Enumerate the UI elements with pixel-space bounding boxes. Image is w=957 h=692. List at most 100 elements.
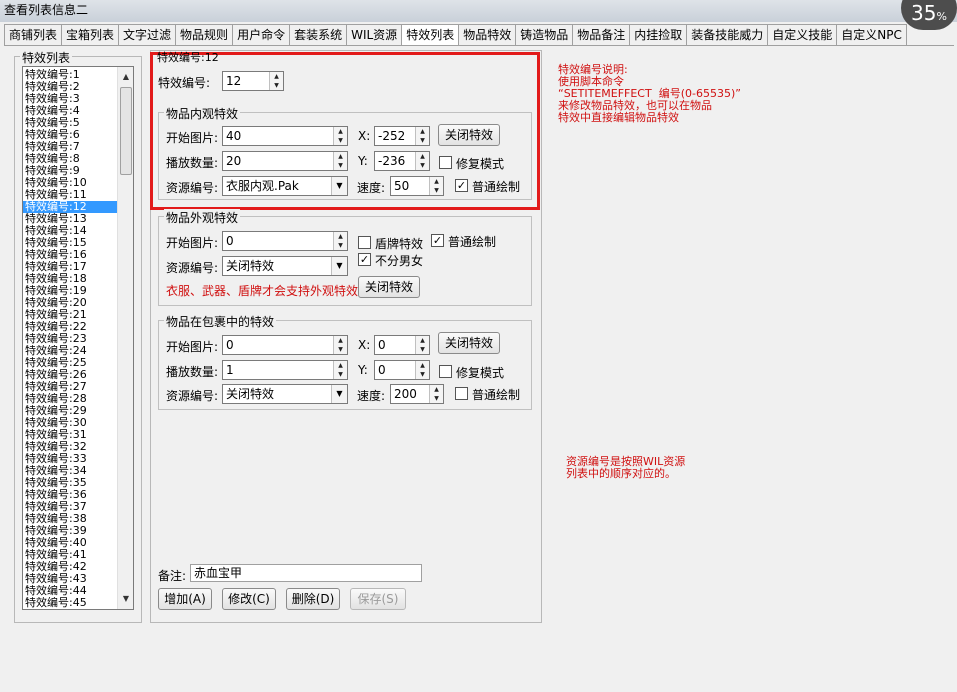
outer-unisex-checkbox[interactable]: ✓ — [358, 253, 371, 266]
spin-down-icon[interactable]: ▼ — [430, 394, 443, 403]
spin-up-icon[interactable]: ▲ — [416, 361, 429, 370]
list-item[interactable]: 特效编号:3 — [23, 93, 117, 105]
spin-down-icon[interactable]: ▼ — [416, 161, 429, 170]
list-item[interactable]: 特效编号:4 — [23, 105, 117, 117]
list-item[interactable]: 特效编号:44 — [23, 585, 117, 597]
bag-y-stepper[interactable]: 0 ▲ ▼ — [374, 360, 430, 380]
list-item[interactable]: 特效编号:26 — [23, 369, 117, 381]
list-item[interactable]: 特效编号:18 — [23, 273, 117, 285]
list-item[interactable]: 特效编号:41 — [23, 549, 117, 561]
list-item[interactable]: 特效编号:31 — [23, 429, 117, 441]
spin-down-icon[interactable]: ▼ — [430, 186, 443, 195]
effect-id-stepper[interactable]: 12 ▲ ▼ — [222, 71, 284, 91]
list-item[interactable]: 特效编号:33 — [23, 453, 117, 465]
list-item[interactable]: 特效编号:15 — [23, 237, 117, 249]
tab-13[interactable]: 自定义技能 — [767, 24, 838, 45]
spin-down-icon[interactable]: ▼ — [334, 241, 347, 250]
bag-normal-draw-checkbox[interactable] — [455, 387, 468, 400]
outer-start-image-stepper[interactable]: 0 ▲ ▼ — [222, 231, 348, 251]
list-item[interactable]: 特效编号:21 — [23, 309, 117, 321]
bag-speed-stepper[interactable]: 200 ▲ ▼ — [390, 384, 444, 404]
spin-up-icon[interactable]: ▲ — [334, 127, 347, 136]
spin-down-icon[interactable]: ▼ — [334, 136, 347, 145]
outer-shield-checkbox[interactable] — [358, 236, 371, 249]
tab-2[interactable]: 文字过滤 — [118, 24, 177, 45]
list-item[interactable]: 特效编号:42 — [23, 561, 117, 573]
tab-14[interactable]: 自定义NPC — [836, 24, 907, 45]
bag-start-image-stepper[interactable]: 0 ▲ ▼ — [222, 335, 348, 355]
spin-down-icon[interactable]: ▼ — [270, 81, 283, 90]
tab-7[interactable]: 特效列表 — [401, 24, 460, 45]
list-item[interactable]: 特效编号:6 — [23, 129, 117, 141]
list-item[interactable]: 特效编号:39 — [23, 525, 117, 537]
bag-resource-select[interactable]: 关闭特效 ▼ — [222, 384, 348, 404]
tab-10[interactable]: 物品备注 — [572, 24, 631, 45]
list-item[interactable]: 特效编号:29 — [23, 405, 117, 417]
inner-repair-mode-checkbox[interactable] — [439, 156, 452, 169]
spin-down-icon[interactable]: ▼ — [334, 370, 347, 379]
list-item[interactable]: 特效编号:5 — [23, 117, 117, 129]
list-item[interactable]: 特效编号:34 — [23, 465, 117, 477]
tab-3[interactable]: 物品规则 — [175, 24, 234, 45]
inner-play-count-stepper[interactable]: 20 ▲ ▼ — [222, 151, 348, 171]
tab-8[interactable]: 物品特效 — [458, 24, 517, 45]
spin-up-icon[interactable]: ▲ — [416, 127, 429, 136]
spin-up-icon[interactable]: ▲ — [334, 336, 347, 345]
list-item[interactable]: 特效编号:9 — [23, 165, 117, 177]
list-item[interactable]: 特效编号:46 — [23, 609, 117, 610]
list-item[interactable]: 特效编号:30 — [23, 417, 117, 429]
scroll-down-icon[interactable]: ▼ — [118, 591, 133, 607]
list-item[interactable]: 特效编号:45 — [23, 597, 117, 609]
tab-11[interactable]: 内挂捡取 — [629, 24, 688, 45]
list-item[interactable]: 特效编号:22 — [23, 321, 117, 333]
spin-up-icon[interactable]: ▲ — [430, 385, 443, 394]
list-item[interactable]: 特效编号:8 — [23, 153, 117, 165]
list-item[interactable]: 特效编号:27 — [23, 381, 117, 393]
list-item[interactable]: 特效编号:17 — [23, 261, 117, 273]
list-item[interactable]: 特效编号:43 — [23, 573, 117, 585]
inner-y-stepper[interactable]: -236 ▲ ▼ — [374, 151, 430, 171]
chevron-down-icon[interactable]: ▼ — [331, 257, 347, 275]
spin-up-icon[interactable]: ▲ — [416, 336, 429, 345]
delete-button[interactable]: 删除(D) — [286, 588, 340, 610]
list-item[interactable]: 特效编号:28 — [23, 393, 117, 405]
list-item[interactable]: 特效编号:16 — [23, 249, 117, 261]
list-item[interactable]: 特效编号:13 — [23, 213, 117, 225]
list-item[interactable]: 特效编号:40 — [23, 537, 117, 549]
inner-start-image-stepper[interactable]: 40 ▲ ▼ — [222, 126, 348, 146]
scroll-up-icon[interactable]: ▲ — [118, 69, 133, 85]
chevron-down-icon[interactable]: ▼ — [331, 177, 347, 195]
inner-close-effect-button[interactable]: 关闭特效 — [438, 124, 500, 146]
list-item[interactable]: 特效编号:37 — [23, 501, 117, 513]
list-item[interactable]: 特效编号:19 — [23, 285, 117, 297]
list-item[interactable]: 特效编号:35 — [23, 477, 117, 489]
list-item[interactable]: 特效编号:23 — [23, 333, 117, 345]
list-item[interactable]: 特效编号:36 — [23, 489, 117, 501]
spin-up-icon[interactable]: ▲ — [430, 177, 443, 186]
list-item[interactable]: 特效编号:1 — [23, 69, 117, 81]
add-button[interactable]: 增加(A) — [158, 588, 212, 610]
spin-down-icon[interactable]: ▼ — [334, 161, 347, 170]
list-item[interactable]: 特效编号:24 — [23, 345, 117, 357]
spin-up-icon[interactable]: ▲ — [334, 232, 347, 241]
spin-down-icon[interactable]: ▼ — [334, 345, 347, 354]
bag-close-effect-button[interactable]: 关闭特效 — [438, 332, 500, 354]
list-scrollbar[interactable]: ▲ ▼ — [117, 67, 133, 609]
spin-up-icon[interactable]: ▲ — [334, 361, 347, 370]
spin-up-icon[interactable]: ▲ — [334, 152, 347, 161]
effects-list[interactable]: 特效编号:1 特效编号:2 特效编号:3 特效编号:4 特效编号:5 特效编号:6 特效编号… — [22, 66, 134, 610]
tab-5[interactable]: 套装系统 — [289, 24, 348, 45]
inner-speed-stepper[interactable]: 50 ▲ ▼ — [390, 176, 444, 196]
inner-x-stepper[interactable]: -252 ▲ ▼ — [374, 126, 430, 146]
outer-resource-select[interactable]: 关闭特效 ▼ — [222, 256, 348, 276]
list-item[interactable]: 特效编号:11 — [23, 189, 117, 201]
spin-up-icon[interactable]: ▲ — [270, 72, 283, 81]
chevron-down-icon[interactable]: ▼ — [331, 385, 347, 403]
list-item[interactable]: 特效编号:38 — [23, 513, 117, 525]
tab-1[interactable]: 宝箱列表 — [61, 24, 120, 45]
list-item[interactable]: 特效编号:10 — [23, 177, 117, 189]
tab-0[interactable]: 商铺列表 — [4, 24, 63, 45]
inner-normal-draw-checkbox[interactable]: ✓ — [455, 179, 468, 192]
spin-down-icon[interactable]: ▼ — [416, 345, 429, 354]
inner-resource-select[interactable]: 衣服内观.Pak ▼ — [222, 176, 348, 196]
